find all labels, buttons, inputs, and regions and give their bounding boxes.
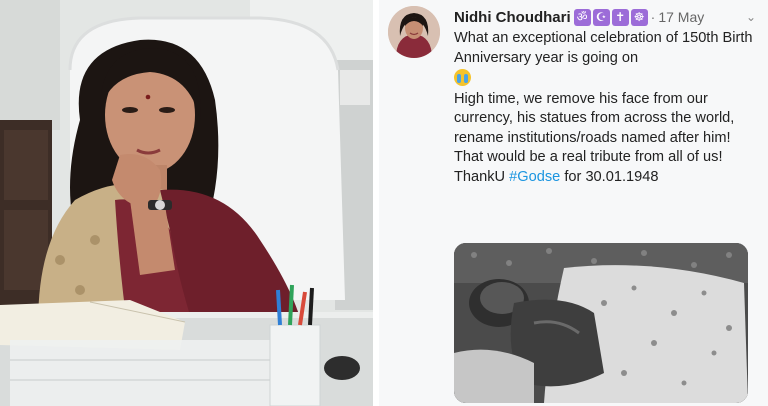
tweet-paragraph-4: ThankU #Godse for 30.01.1948 xyxy=(454,168,754,188)
author-avatar[interactable] xyxy=(388,6,440,58)
historical-photo xyxy=(454,243,748,403)
avatar-image xyxy=(388,6,440,58)
tweet-text: What an exceptional celebration of 150th… xyxy=(454,29,754,187)
thanks-prefix: ThankU xyxy=(454,168,506,185)
chevron-down-icon[interactable]: ⌄ xyxy=(746,10,758,24)
tweet-header: Nidhi Choudhari ॐ ☪ ✝ ☸ · 17 May ⌄ xyxy=(454,6,758,28)
tweet-media-image[interactable] xyxy=(454,243,748,403)
thanks-suffix: for 30.01.1948 xyxy=(564,168,659,185)
header-separator: · xyxy=(650,9,656,25)
hashtag-link[interactable]: #Godse xyxy=(509,169,560,185)
office-photo-illustration xyxy=(0,0,373,406)
om-emoji-icon: ॐ xyxy=(573,8,591,26)
tweet-paragraph-2: High time, we remove his face from our c… xyxy=(454,90,735,146)
tweet-paragraph-1: What an exceptional celebration of 150th… xyxy=(454,29,754,90)
cross-emoji-icon: ✝ xyxy=(611,8,629,26)
dharma-wheel-emoji-icon: ☸ xyxy=(630,8,648,26)
tweet-paragraph-3: That would be a real tribute from all of… xyxy=(454,149,723,165)
tweet-date[interactable]: 17 May xyxy=(658,9,704,25)
tweet-paragraph-1-text: What an exceptional celebration of 150th… xyxy=(454,30,753,66)
star-crescent-emoji-icon: ☪ xyxy=(592,8,610,26)
tweet-card: Nidhi Choudhari ॐ ☪ ✝ ☸ · 17 May ⌄ What … xyxy=(379,0,768,406)
name-emoji-row: ॐ ☪ ✝ ☸ xyxy=(573,8,648,26)
author-name[interactable]: Nidhi Choudhari xyxy=(454,9,571,26)
office-photo xyxy=(0,0,373,406)
loudly-crying-face-emoji-icon xyxy=(454,69,471,86)
